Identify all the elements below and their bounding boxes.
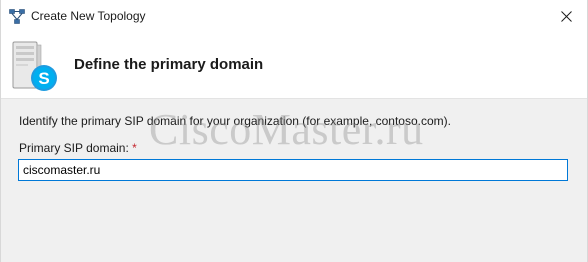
close-button[interactable] (551, 2, 581, 30)
window-title: Create New Topology (31, 9, 146, 23)
title-bar[interactable]: Create New Topology (1, 0, 587, 32)
close-icon (560, 10, 572, 22)
instruction-text: Identify the primary SIP domain for your… (19, 114, 451, 128)
svg-text:S: S (38, 69, 49, 88)
primary-sip-domain-label: Primary SIP domain: * (19, 141, 137, 155)
wizard-content: Identify the primary SIP domain for your… (1, 98, 587, 262)
primary-sip-domain-input[interactable] (18, 159, 568, 181)
required-marker: * (132, 141, 137, 155)
create-topology-dialog: Create New Topology S Define the primary… (0, 0, 588, 262)
skype-server-icon: S (12, 41, 57, 91)
topology-app-icon (9, 9, 25, 24)
field-label-text: Primary SIP domain: (19, 141, 129, 155)
page-title: Define the primary domain (74, 56, 264, 73)
wizard-header: S Define the primary domain (1, 32, 587, 98)
